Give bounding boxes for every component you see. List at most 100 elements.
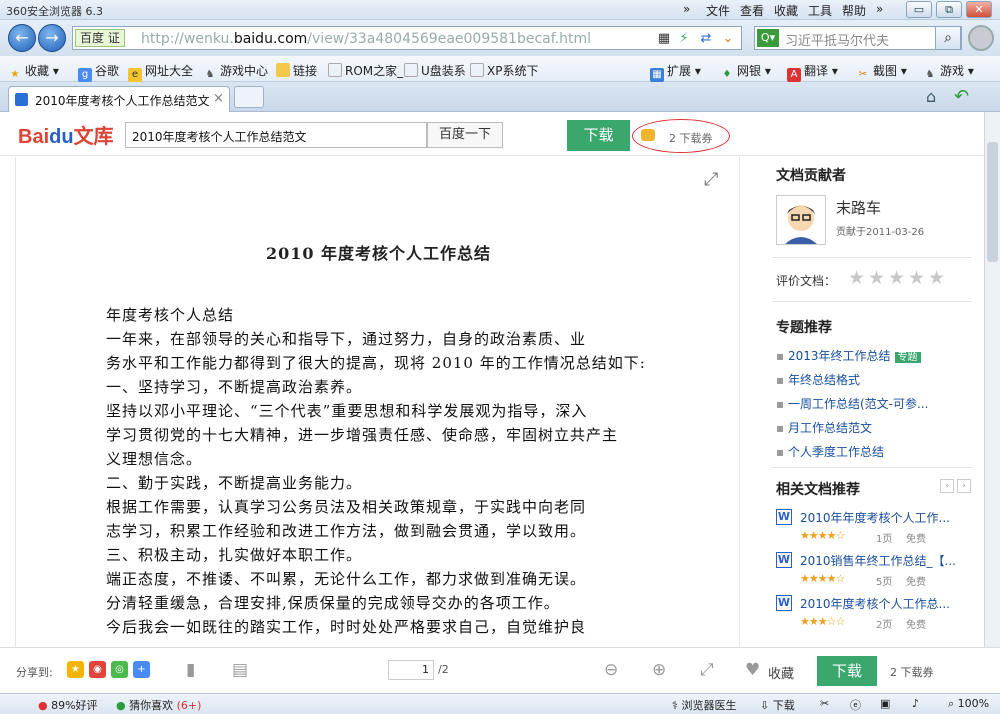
fav-xp[interactable]: XP系统下: [470, 62, 538, 79]
rating-star-3[interactable]: ★: [888, 267, 905, 289]
search-button[interactable]: ⌕: [935, 26, 961, 50]
related-doc[interactable]: W 2010年年度考核个人工作... ★★★★☆ 1页 免费: [776, 507, 976, 549]
next-arrow-icon[interactable]: ›: [957, 479, 971, 493]
related-doc-title[interactable]: 2010年年度考核个人工作...: [800, 509, 950, 526]
doc-search-input[interactable]: 2010年度考核个人工作总结范文: [125, 122, 427, 148]
related-doc-pages: 2页: [876, 620, 893, 631]
doc-line: 志学习，积累工作经验和改进工作方法，做到融会贯通，学以致用。: [106, 522, 587, 540]
related-doc-title[interactable]: 2010销售年终工作总结_【...: [800, 552, 956, 569]
rating-status[interactable]: ● 89%好评: [38, 697, 98, 713]
share-wechat-icon[interactable]: ◎: [111, 661, 128, 678]
rating-star-1[interactable]: ★: [848, 267, 865, 289]
topic-link[interactable]: ▪ 月工作总结范文: [776, 419, 872, 436]
zoom-in-icon[interactable]: ⊕: [652, 660, 666, 680]
fav-rom[interactable]: ROM之家_: [328, 62, 403, 79]
refresh-icon[interactable]: ⇄: [697, 30, 715, 48]
ext-screenshot[interactable]: ✂ 截图 ▾: [856, 62, 907, 82]
menu-favorites[interactable]: 收藏: [774, 2, 798, 19]
vertical-scrollbar[interactable]: [984, 112, 1000, 647]
rating-star-5[interactable]: ★: [928, 267, 945, 289]
undo-close-tab-icon[interactable]: ↶: [954, 86, 969, 107]
heart-icon[interactable]: ♥: [745, 660, 760, 680]
search-input[interactable]: Q▾ 习近平抵马尔代夫: [754, 26, 962, 50]
ext-extensions[interactable]: ▦ 扩展 ▾: [650, 62, 701, 82]
status-download[interactable]: ⇩ 下载: [760, 697, 795, 713]
guess-status[interactable]: ● 猜你喜欢 (6+): [116, 697, 201, 713]
fav-collect[interactable]: ★ 收藏 ▾: [8, 62, 59, 82]
page-icon: [328, 63, 342, 77]
zoom-level[interactable]: ⌕ 100%: [948, 697, 989, 711]
contributor-avatar[interactable]: [776, 195, 826, 245]
fav-games[interactable]: ♞ 游戏中心: [203, 62, 269, 82]
related-doc[interactable]: W 2010年度考核个人工作总... ★★★☆☆ 2页 免费: [776, 593, 976, 635]
fav-google[interactable]: g 谷歌: [78, 62, 119, 82]
page-number-input[interactable]: 1: [388, 660, 434, 680]
status-tool-2[interactable]: ⓔ: [850, 697, 861, 713]
prev-arrow-icon[interactable]: ‹: [940, 479, 954, 493]
related-doc[interactable]: W 2010销售年终工作总结_【... ★★★★☆ 5页 免费: [776, 550, 976, 592]
rating-star-2[interactable]: ★: [868, 267, 885, 289]
dropdown-chevron-icon[interactable]: ⌄: [719, 30, 737, 48]
user-avatar-icon[interactable]: [968, 25, 994, 51]
browser-doctor[interactable]: ⚕ 浏览器医生: [672, 697, 736, 713]
share-qzone-icon[interactable]: ★: [67, 661, 84, 678]
topic-link[interactable]: ▪ 年终总结格式: [776, 371, 860, 388]
back-button[interactable]: ←: [8, 24, 36, 52]
menu-tools[interactable]: 工具: [808, 2, 832, 19]
close-button[interactable]: ✕: [966, 1, 992, 18]
ext-bank[interactable]: ♦ 网银 ▾: [720, 62, 771, 82]
share-weibo-icon[interactable]: ◉: [89, 661, 106, 678]
restore-button[interactable]: ⧉: [936, 1, 962, 18]
doc-line: 端正态度，不推诿、不叫累，无论什么工作，都力求做到准确无误。: [106, 570, 587, 588]
fav-sites[interactable]: e 网址大全: [128, 62, 193, 82]
menu-view[interactable]: 查看: [740, 2, 764, 19]
ext-games[interactable]: ♞ 游戏 ▾: [923, 62, 974, 82]
baidu-search-button[interactable]: 百度一下: [427, 122, 503, 148]
doc-line: 学习贯彻党的十七大精神，进一步增强责任感、使命感，牢固树立共产主: [106, 426, 619, 444]
baidu-wenku-logo[interactable]: Baidu文库: [18, 120, 114, 149]
tab-active[interactable]: 2010年度考核个人工作总结范文 ×: [8, 86, 230, 112]
url-text[interactable]: http://wenku.baidu.com/view/33a4804569ea…: [141, 31, 591, 47]
status-tool-1[interactable]: ✂: [820, 697, 829, 710]
lightning-icon[interactable]: ⚡: [675, 30, 693, 48]
rating-star-4[interactable]: ★: [908, 267, 925, 289]
download-button[interactable]: 下载: [567, 120, 630, 151]
forward-button[interactable]: →: [38, 24, 66, 52]
bottom-download-button[interactable]: 下载: [817, 656, 877, 686]
topic-link[interactable]: ▪ 个人季度工作总结: [776, 443, 884, 460]
fav-usb[interactable]: U盘装系: [404, 62, 466, 79]
scrollbar-thumb[interactable]: [987, 142, 998, 262]
topic-link[interactable]: ▪ 2013年终工作总结 专题: [776, 347, 921, 364]
translate-icon: A: [787, 68, 801, 82]
volume-icon[interactable]: ♪: [912, 697, 919, 710]
fullscreen-icon[interactable]: ⤢: [700, 660, 714, 680]
site-verified-badge[interactable]: 百度 证: [75, 29, 125, 47]
related-doc-title[interactable]: 2010年度考核个人工作总...: [800, 595, 950, 612]
new-tab-button[interactable]: [234, 86, 264, 108]
menu-more-button[interactable]: »: [683, 2, 690, 16]
menu-file[interactable]: 文件: [706, 2, 730, 19]
doc-search-text[interactable]: 2010年度考核个人工作总结范文: [132, 128, 307, 145]
search-text[interactable]: 习近平抵马尔代夫: [785, 30, 889, 49]
app-title: 360安全浏览器 6.3: [6, 5, 103, 18]
topic-link[interactable]: ▪ 一周工作总结(范文-可参...: [776, 395, 928, 412]
bookmark-icon[interactable]: ▮: [186, 660, 195, 680]
contributor-name[interactable]: 末路车: [836, 197, 881, 218]
qr-code-icon[interactable]: ▦: [655, 30, 673, 48]
title-bar: 360安全浏览器 6.3 » 文件 查看 收藏 工具 帮助 » ▭ ⧉ ✕: [0, 0, 1000, 20]
search-engine-icon[interactable]: Q▾: [757, 29, 779, 47]
menu-help[interactable]: 帮助: [842, 2, 866, 19]
status-tool-3[interactable]: ▣: [880, 697, 890, 710]
url-input[interactable]: 百度 证 http://wenku.baidu.com/view/33a4804…: [72, 26, 742, 50]
ext-translate[interactable]: A 翻译 ▾: [787, 62, 838, 82]
share-more-icon[interactable]: +: [133, 661, 150, 678]
collect-button[interactable]: 收藏: [768, 663, 794, 682]
document-icon[interactable]: ▤: [232, 660, 248, 680]
fav-links[interactable]: 链接: [276, 62, 317, 79]
fullscreen-icon[interactable]: ⤢: [704, 169, 718, 190]
tab-close-icon[interactable]: ×: [213, 91, 224, 106]
zoom-out-icon[interactable]: ⊖: [604, 660, 618, 680]
menu-overflow-button[interactable]: »: [876, 2, 883, 16]
minimize-button[interactable]: ▭: [906, 1, 932, 18]
home-icon[interactable]: ⌂: [926, 87, 936, 106]
